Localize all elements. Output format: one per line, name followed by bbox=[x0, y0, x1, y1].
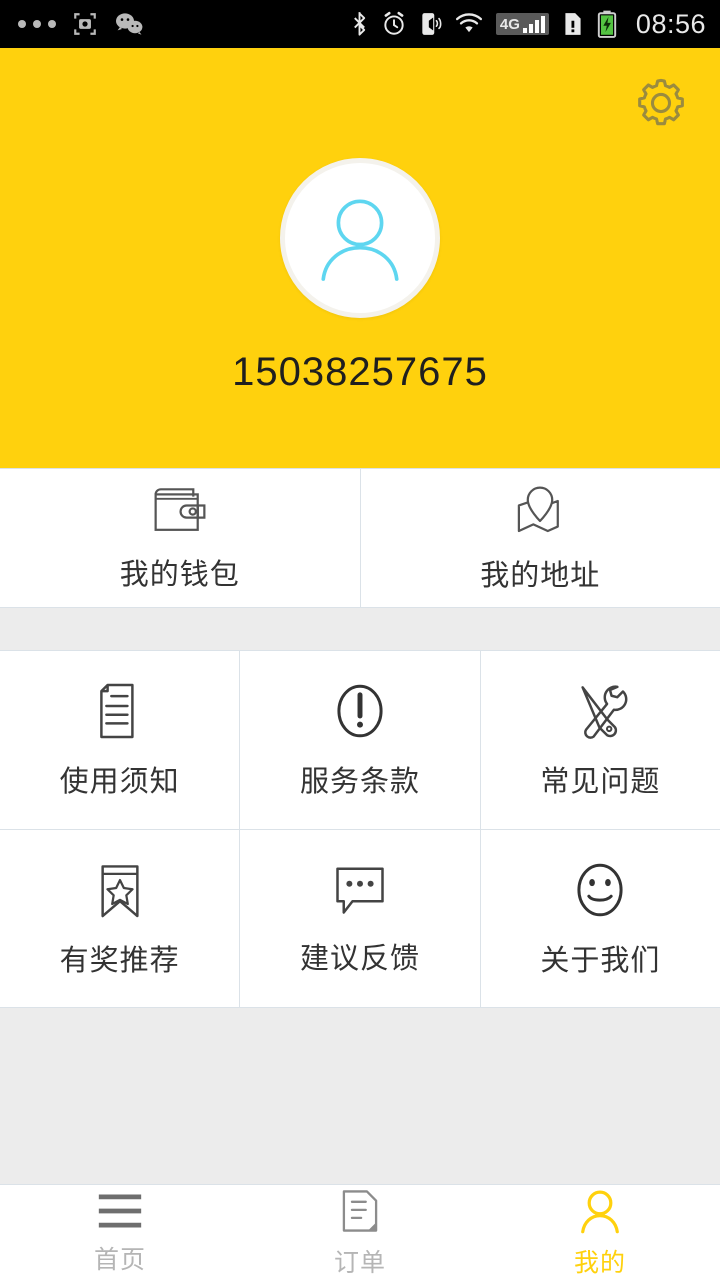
more-dots-icon bbox=[18, 20, 56, 28]
bookmark-star-icon bbox=[101, 864, 139, 917]
tab-profile[interactable]: 我的 bbox=[480, 1185, 720, 1280]
menu-grid-card: 使用须知 服务条款 常见问题 有奖推荐 建议反馈 关于我们 bbox=[0, 650, 720, 1008]
hamburger-menu-icon bbox=[98, 1194, 142, 1228]
quick-action-label: 我的钱包 bbox=[119, 558, 240, 591]
alarm-clock-icon bbox=[384, 11, 404, 35]
menu-grid: 使用须知 服务条款 常见问题 有奖推荐 建议反馈 关于我们 bbox=[0, 651, 720, 1007]
wallet-icon bbox=[154, 487, 206, 531]
menu-item-label: 使用须知 bbox=[59, 766, 180, 798]
profile-header: 15038257675 bbox=[0, 48, 720, 468]
smiley-face-icon bbox=[577, 863, 623, 916]
tab-label: 我的 bbox=[573, 1249, 626, 1277]
status-bar-clock: 08:56 bbox=[635, 8, 706, 39]
order-document-icon bbox=[342, 1190, 378, 1232]
status-bar-right-icons: 4G 08:56 bbox=[351, 9, 706, 40]
menu-item-feedback[interactable]: 建议反馈 bbox=[239, 830, 479, 1007]
tab-label: 首页 bbox=[93, 1246, 146, 1274]
menu-item-referral-reward[interactable]: 有奖推荐 bbox=[0, 830, 239, 1007]
quick-action-my-wallet[interactable]: 我的钱包 bbox=[0, 469, 360, 607]
status-bar-left-icons bbox=[18, 11, 144, 37]
settings-button[interactable] bbox=[628, 70, 694, 136]
tab-label: 订单 bbox=[333, 1249, 386, 1277]
app-screen: 4G 08:56 15038257675 我的钱包 我的地址 使用须知 服务条款… bbox=[0, 0, 720, 1280]
exclamation-circle-icon bbox=[337, 684, 383, 738]
menu-item-usage-notice[interactable]: 使用须知 bbox=[0, 651, 239, 829]
bottom-tab-bar: 首页 订单 我的 bbox=[0, 1184, 720, 1280]
wifi-icon bbox=[455, 13, 482, 33]
menu-item-label: 服务条款 bbox=[299, 766, 420, 798]
tab-orders[interactable]: 订单 bbox=[240, 1185, 480, 1280]
menu-grid-row: 使用须知 服务条款 常见问题 bbox=[0, 651, 720, 829]
menu-grid-row: 有奖推荐 建议反馈 关于我们 bbox=[0, 829, 720, 1007]
status-bar: 4G 08:56 bbox=[0, 0, 720, 48]
menu-item-label: 关于我们 bbox=[540, 944, 661, 977]
menu-item-label: 常见问题 bbox=[540, 766, 661, 798]
quick-action-label: 我的地址 bbox=[480, 559, 601, 592]
person-avatar-icon bbox=[321, 199, 399, 281]
signal-bars-icon: 4G bbox=[495, 13, 549, 35]
wrench-screwdriver-icon bbox=[581, 685, 628, 739]
quick-actions-card: 我的钱包 我的地址 bbox=[0, 468, 720, 608]
menu-item-about-us[interactable]: 关于我们 bbox=[479, 830, 720, 1007]
speech-bubble-icon bbox=[336, 867, 384, 914]
person-icon bbox=[581, 1190, 619, 1234]
quick-actions-row: 我的钱包 我的地址 bbox=[0, 469, 720, 607]
menu-item-faq[interactable]: 常见问题 bbox=[479, 651, 720, 829]
section-gap bbox=[0, 608, 720, 650]
battery-charging-icon bbox=[597, 10, 617, 38]
wechat-icon bbox=[116, 13, 143, 35]
menu-item-label: 有奖推荐 bbox=[59, 944, 180, 977]
screenshot-camera-icon bbox=[74, 13, 96, 35]
user-phone-number: 15038257675 bbox=[232, 350, 488, 394]
sim-card-icon bbox=[565, 13, 581, 35]
quick-action-my-address[interactable]: 我的地址 bbox=[359, 469, 720, 607]
document-lines-icon bbox=[99, 683, 134, 739]
menu-item-service-terms[interactable]: 服务条款 bbox=[239, 651, 479, 829]
gear-icon bbox=[638, 78, 684, 126]
vibrate-icon bbox=[422, 13, 442, 35]
map-pin-icon bbox=[518, 486, 560, 532]
network-type-label: 4G bbox=[499, 16, 520, 33]
menu-item-label: 建议反馈 bbox=[299, 942, 420, 975]
tab-home[interactable]: 首页 bbox=[0, 1185, 240, 1280]
avatar[interactable] bbox=[280, 158, 440, 318]
bluetooth-icon bbox=[354, 12, 366, 36]
avatar-block: 15038257675 bbox=[0, 158, 720, 395]
